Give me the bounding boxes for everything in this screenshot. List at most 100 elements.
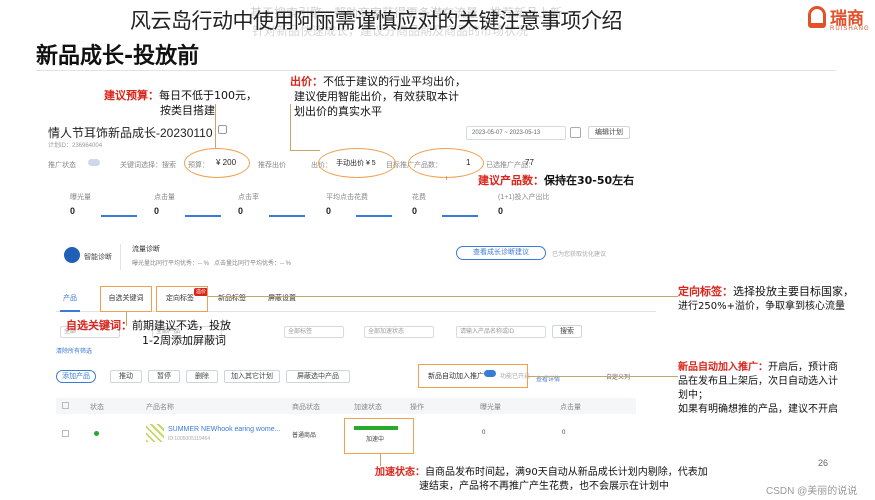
target-label: 定向标签： [678, 285, 733, 298]
filter-tags[interactable]: 全部标签 [284, 326, 344, 338]
products-connector [446, 176, 447, 180]
stat-spend: 花费 0 [412, 192, 426, 216]
stat-roi: (1+1)投入产出比 0 [498, 192, 550, 216]
target-box [156, 286, 208, 312]
budget-text-2: 按类目搭建 [160, 104, 215, 117]
action-promote[interactable]: 推动 [110, 370, 142, 383]
edit-plan-button[interactable]: 编辑计划 [588, 126, 630, 139]
add-product-button[interactable]: 添加产品 [56, 370, 96, 383]
products-text: 保持在30-50左右 [544, 174, 635, 187]
stat-impressions: 曝光量 0 [70, 192, 91, 216]
col-ops: 操作 [410, 404, 424, 411]
auto-box [418, 364, 528, 388]
calendar-icon[interactable] [570, 127, 581, 138]
status-toggle[interactable] [88, 159, 100, 166]
stat-clicks: 点击量 0 [154, 192, 175, 216]
bid-connector-h [290, 150, 320, 151]
table-header: 状态 产品名称 商品状态 加速状态 操作 曝光量 点击量 [56, 398, 636, 414]
action-pause[interactable]: 暂停 [148, 370, 180, 383]
target-text-1: 选择投放主要目标国家， [733, 285, 854, 298]
diag-button[interactable]: 查看成长诊断建议 [456, 246, 546, 260]
search-input[interactable]: 请输入产品名称或ID [456, 326, 546, 338]
search-placeholder: 请输入产品名称或ID [460, 329, 515, 335]
stat-value: 0 [70, 206, 76, 216]
keywords-label: 自选关键词： [66, 319, 132, 332]
product-name[interactable]: SUMMER NEWhook earing wome... [168, 426, 280, 433]
action-label: 删除 [195, 373, 209, 380]
action-add-plan[interactable]: 加入其它计划 [224, 370, 280, 383]
stat-underline [185, 215, 221, 217]
stat-underline [101, 215, 137, 217]
target-connector [208, 296, 678, 297]
annotation-products: 建议产品数：保持在30-50左右 [478, 173, 678, 188]
col-clicks: 点击量 [560, 404, 581, 411]
keywords-text-2: 1-2周添加屏蔽词 [142, 334, 226, 347]
stat-label: 曝光量 [70, 194, 91, 201]
filter-speed[interactable]: 全部加速状态 [364, 326, 434, 338]
row-impressions: 0 [482, 430, 486, 436]
edit-title-icon[interactable] [218, 125, 227, 134]
row-checkbox[interactable] [62, 430, 69, 437]
tab-active-underline [60, 310, 80, 312]
watermark: CSDN @美丽的说说 [766, 486, 858, 497]
tab-block[interactable]: 屏蔽设置 [262, 292, 302, 306]
bid-oval [318, 148, 396, 178]
annotation-budget: 建议预算：每日不低于100元， 按类目搭建 [104, 88, 284, 118]
bid-text-2: 建议使用智能出价，有效获取本计 [294, 90, 459, 103]
speed-connector [380, 454, 381, 466]
row-clicks: 0 [562, 430, 566, 436]
annotation-speed: 加速状态：自商品发布时间起，满90天自动从新品成长计划内剔除，代表加 速结束，产… [375, 466, 775, 494]
action-label: 屏蔽选中产品 [297, 373, 339, 380]
edit-plan-label: 编辑计划 [595, 129, 623, 136]
search-button-label: 搜索 [560, 328, 574, 335]
stat-underline [269, 215, 305, 217]
annotation-auto: 新品自动加入推广：开启后，预计商 品在发布且上架后，次日自动选入计 划中； 如果… [678, 361, 874, 417]
search-button[interactable]: 搜索 [552, 325, 582, 338]
campaign-title: 情人节耳饰新品成长-20230110 [48, 126, 213, 140]
col-status: 状态 [90, 404, 104, 411]
budget-oval [184, 148, 250, 178]
stat-cpc: 平均点击花费 0 [326, 192, 368, 216]
date-range-picker[interactable]: 2023-05-07 ~ 2023-05-13 [466, 126, 566, 140]
tab-products[interactable]: 产品 [56, 292, 84, 306]
col-name: 产品名称 [146, 404, 174, 411]
field-status: 推广状态 [48, 162, 76, 169]
speed-box [344, 418, 414, 454]
robot-icon [64, 247, 80, 263]
stat-label: 平均点击花费 [326, 194, 368, 201]
bid-label: 出价： [290, 75, 323, 88]
stat-value: 0 [238, 206, 244, 216]
date-range-text: 2023-05-07 ~ 2023-05-13 [472, 130, 541, 136]
campaign-id: 计划ID：236964004 [48, 143, 103, 149]
page-header: 新品成长-投放前 [36, 44, 200, 69]
diag-flow: 流量诊断 [132, 246, 160, 253]
stat-underline [356, 215, 392, 217]
products-label: 建议产品数： [478, 174, 544, 187]
filter-tags-text: 全部标签 [288, 329, 313, 335]
header-divider [36, 70, 836, 71]
stat-value: 0 [412, 206, 418, 216]
goods-status: 普通商品 [292, 433, 317, 439]
diag-button-label: 查看成长诊断建议 [473, 249, 529, 256]
tab-new-tag[interactable]: 新品标签 [212, 292, 252, 306]
speed-text-2: 速结束，产品将不再推广产生花费，也不会展示在计划中 [419, 481, 669, 492]
annotation-bid: 出价：不低于建议的行业平均出价， 建议使用智能出价，有效获取本计 划出价的真实水… [290, 74, 510, 119]
products-oval [408, 148, 484, 178]
action-block-selected[interactable]: 屏蔽选中产品 [286, 370, 350, 383]
product-id: ID:1005005119464 [168, 436, 211, 442]
col-speed: 加速状态 [354, 404, 382, 411]
auto-text-1: 开启后，预计商 [768, 362, 838, 373]
bid-text-3: 划出价的真实水平 [294, 105, 382, 118]
select-all-checkbox[interactable] [62, 402, 69, 409]
diag-bar: 智能诊断 流量诊断 曝光量比同行平均优秀：-- % 点击量比同行平均优秀：-- … [56, 240, 656, 276]
logo-mark-icon [808, 6, 826, 28]
stat-label: 点击率 [238, 194, 259, 201]
stat-ctr: 点击率 0 [238, 192, 259, 216]
stat-label: 花费 [412, 194, 426, 201]
overlay-title: 风云岛行动中使用阿丽需谨慎应对的关键注意事项介绍 [130, 9, 623, 33]
diag-line-1: 曝光量比同行平均优秀：-- % [132, 261, 209, 267]
action-label: 暂停 [157, 373, 171, 380]
filter-speed-text: 全部加速状态 [368, 329, 405, 335]
action-delete[interactable]: 删除 [186, 370, 218, 383]
product-thumbnail [146, 424, 164, 442]
